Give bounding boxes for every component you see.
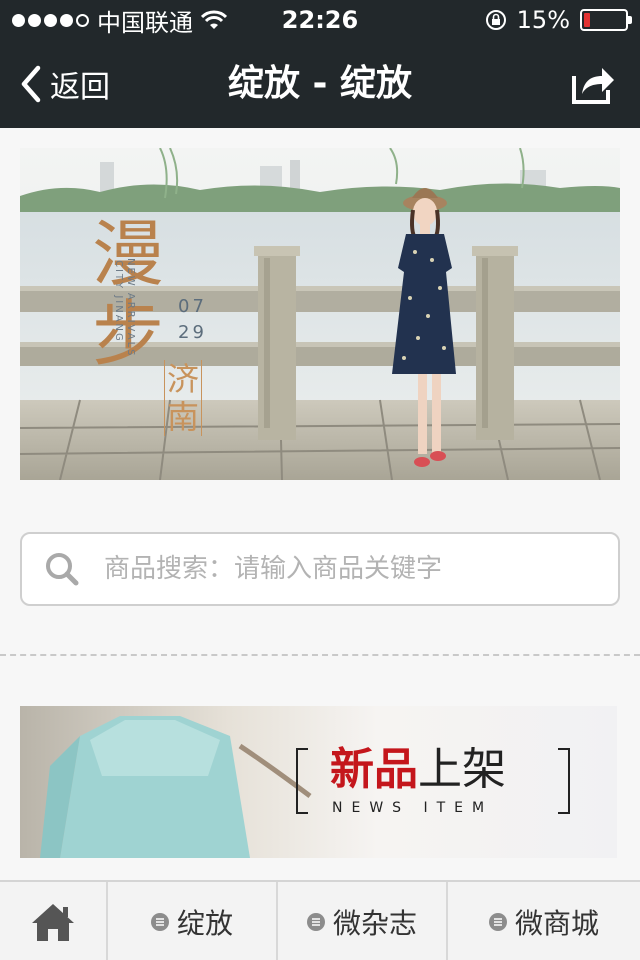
search-icon xyxy=(46,553,79,586)
banner-date-month: 07 xyxy=(178,296,207,317)
chevron-left-icon xyxy=(21,65,41,103)
tab-label: 绽放 xyxy=(176,907,233,940)
tab-mall[interactable]: 微商城 xyxy=(446,882,640,960)
banner-city: 济南 xyxy=(164,360,202,436)
banner-subtitle-2: CITY JINANG xyxy=(113,260,124,343)
search-input[interactable] xyxy=(104,554,584,584)
status-right: 15% xyxy=(485,0,632,40)
share-icon[interactable] xyxy=(570,62,616,106)
tab-label: 微杂志 xyxy=(332,907,417,940)
promo-title-black: 上架 xyxy=(418,744,506,795)
promo-title: 新品上架 xyxy=(330,744,506,796)
banner-date-day: 29 xyxy=(178,322,207,343)
promo-image xyxy=(20,706,617,858)
promo-bracket-left xyxy=(296,748,308,814)
dashed-divider xyxy=(0,654,640,656)
menu-icon xyxy=(488,913,507,931)
tab-zhanfang[interactable]: 绽放 xyxy=(106,882,276,960)
bottom-tab-bar: 绽放 微杂志 微商城 xyxy=(0,880,640,960)
status-bar: 中国联通 22:26 15% xyxy=(0,0,640,40)
battery-percent: 15% xyxy=(516,6,570,34)
home-icon xyxy=(32,904,74,941)
menu-icon xyxy=(150,913,169,931)
banner-subtitle-1: NEW ARRIVALS xyxy=(125,258,136,358)
promo-title-red: 新品 xyxy=(330,744,418,795)
new-items-banner[interactable]: 新品上架 NEWS ITEM xyxy=(20,706,617,858)
menu-icon xyxy=(306,913,325,931)
tab-home[interactable] xyxy=(0,882,106,960)
back-button[interactable]: 返回 xyxy=(18,40,110,128)
tab-magazine[interactable]: 微杂志 xyxy=(276,882,446,960)
hero-banner[interactable]: 漫步 NEW ARRIVALS CITY JINANG 07 29 济南 xyxy=(20,148,620,480)
page-title: 绽放 - 绽放 xyxy=(227,63,412,104)
rotation-lock-icon xyxy=(485,10,506,30)
promo-bracket-right xyxy=(558,748,570,814)
nav-bar: 返回 绽放 - 绽放 xyxy=(0,40,640,128)
promo-subtitle: NEWS ITEM xyxy=(332,800,494,816)
battery-icon xyxy=(580,9,632,31)
tab-label: 微商城 xyxy=(514,907,599,940)
back-label: 返回 xyxy=(50,70,110,105)
product-search-box[interactable] xyxy=(20,532,620,606)
battery-level xyxy=(584,13,590,27)
